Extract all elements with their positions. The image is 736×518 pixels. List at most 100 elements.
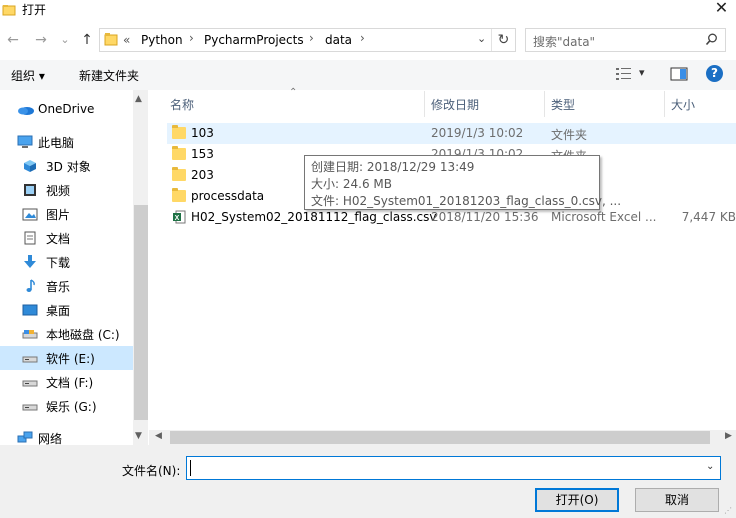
computer-icon (17, 135, 33, 149)
sidebar-item-drive-e[interactable]: 软件 (E:) (0, 346, 133, 370)
filename-dropdown-button[interactable]: ⌄ (706, 461, 714, 472)
scroll-left-button[interactable]: ◀ (155, 431, 162, 441)
cancel-button[interactable]: 取消 (635, 488, 719, 512)
app-icon (2, 3, 16, 17)
folder-icon (172, 167, 186, 181)
sidebar-item-documents[interactable]: 文档 (0, 226, 133, 250)
sidebar-item-label: 视频 (46, 184, 71, 198)
music-icon (22, 279, 38, 293)
list-item[interactable]: 103 2019/1/3 10:02 文件夹 (167, 123, 736, 144)
chevron-down-icon: ▾ (639, 66, 645, 79)
sidebar-item-pictures[interactable]: 图片 (0, 202, 133, 226)
sidebar-item-label: OneDrive (38, 102, 95, 116)
address-dropdown-button[interactable]: ⌄ (477, 32, 486, 45)
sidebar-item-label: 娱乐 (G:) (46, 400, 97, 414)
new-folder-button[interactable]: 新建文件夹 (79, 67, 139, 84)
breadcrumb-data[interactable]: data (325, 33, 352, 47)
breadcrumb-pycharmprojects[interactable]: PycharmProjects (204, 33, 304, 47)
recent-locations-button[interactable]: ⌄ (55, 30, 75, 50)
tooltip-size: 大小: 24.6 MB (311, 177, 392, 191)
sidebar-item-3d-objects[interactable]: 3D 对象 (0, 154, 133, 178)
sidebar-item-label: 文档 (F:) (46, 376, 94, 390)
drive-icon (22, 375, 38, 389)
tooltip-files: 文件: H02_System01_20181203_flag_class_0.c… (311, 194, 622, 208)
breadcrumb-separator[interactable]: › (309, 31, 314, 45)
file-type: 文件夹 (551, 128, 588, 142)
sidebar-item-label: 下载 (46, 256, 71, 270)
refresh-button[interactable]: ↻ (491, 29, 515, 51)
column-header-name[interactable]: 名称 (170, 96, 194, 113)
file-name: 103 (191, 126, 214, 140)
sidebar-item-this-pc[interactable]: 此电脑 (0, 130, 133, 154)
sidebar-item-onedrive[interactable]: OneDrive (0, 98, 133, 122)
sidebar-item-videos[interactable]: 视频 (0, 178, 133, 202)
folder-icon (172, 188, 186, 202)
column-divider[interactable] (424, 91, 425, 117)
column-divider[interactable] (544, 91, 545, 117)
sidebar-item-downloads[interactable]: 下载 (0, 250, 133, 274)
filename-label: 文件名(N): (122, 464, 181, 478)
drive-icon (22, 327, 38, 341)
sidebar-item-label: 文档 (46, 232, 71, 246)
folder-info-tooltip: 创建日期: 2018/12/29 13:49 大小: 24.6 MB 文件: H… (304, 155, 621, 210)
sidebar-item-label: 此电脑 (38, 136, 75, 150)
sidebar-item-label: 图片 (46, 208, 71, 222)
sidebar-item-drive-c[interactable]: 本地磁盘 (C:) (0, 322, 133, 346)
column-divider[interactable] (664, 91, 665, 117)
open-button[interactable]: 打开(O) (535, 488, 619, 512)
breadcrumb-python[interactable]: Python (141, 33, 183, 47)
forward-button[interactable]: → (31, 30, 51, 50)
onedrive-icon (17, 103, 34, 117)
3d-objects-icon (22, 159, 38, 173)
sidebar-item-label: 音乐 (46, 280, 71, 294)
download-icon (22, 255, 38, 269)
help-button[interactable]: ? (706, 65, 723, 82)
folder-icon (104, 32, 118, 46)
organize-button[interactable]: 组织 ▾ (11, 67, 45, 84)
filename-input[interactable] (186, 456, 721, 480)
drive-icon (22, 351, 38, 365)
folder-icon (172, 146, 186, 160)
sidebar-item-label: 本地磁盘 (C:) (46, 328, 120, 342)
scroll-right-button[interactable]: ▶ (725, 431, 732, 441)
tooltip-created: 创建日期: 2018/12/29 13:49 (311, 160, 475, 174)
sidebar-item-drive-f[interactable]: 文档 (F:) (0, 370, 133, 394)
breadcrumb-separator[interactable]: › (360, 31, 365, 45)
file-size: 7,447 KB (681, 210, 736, 224)
list-item[interactable]: X H02_System02_20181112_flag_class.csv 2… (167, 207, 736, 228)
back-button[interactable]: ← (3, 30, 23, 50)
desktop-icon (22, 303, 38, 317)
change-view-button[interactable]: ▾ (615, 66, 651, 84)
column-header-type[interactable]: 类型 (551, 96, 575, 113)
window-title: 打开 (22, 3, 47, 17)
nav-scrollbar-thumb[interactable] (134, 205, 148, 420)
sidebar-item-desktop[interactable]: 桌面 (0, 298, 133, 322)
file-modified: 2019/1/3 10:02 (431, 126, 524, 140)
svg-text:X: X (175, 215, 180, 222)
file-name: H02_System02_20181112_flag_class.csv (191, 210, 437, 224)
horizontal-scrollbar-thumb[interactable] (170, 431, 710, 444)
column-header-size[interactable]: 大小 (671, 96, 695, 113)
nav-scroll-up-button[interactable]: ▲ (135, 94, 142, 104)
documents-icon (22, 231, 38, 245)
breadcrumb-overflow[interactable]: « (123, 33, 130, 47)
sidebar-item-drive-g[interactable]: 娱乐 (G:) (0, 394, 133, 418)
sidebar-item-music[interactable]: 音乐 (0, 274, 133, 298)
up-button[interactable]: ↑ (77, 30, 97, 50)
nav-scroll-down-button[interactable]: ▼ (135, 431, 142, 441)
title-bar (0, 0, 736, 20)
resize-grip[interactable]: ⋰ (724, 506, 732, 515)
preview-pane-button[interactable] (670, 66, 688, 82)
file-name: processdata (191, 189, 265, 203)
sort-ascending-icon: ⌃ (289, 87, 298, 98)
file-type: Microsoft Excel ... (551, 210, 657, 224)
close-button[interactable]: ✕ (707, 0, 736, 18)
sidebar-item-label: 桌面 (46, 304, 71, 318)
sidebar-item-label: 3D 对象 (46, 160, 91, 174)
file-name: 153 (191, 147, 214, 161)
breadcrumb-separator[interactable]: › (189, 31, 194, 45)
search-icon[interactable] (705, 33, 718, 49)
pictures-icon (22, 207, 38, 221)
column-header-modified[interactable]: 修改日期 (431, 96, 479, 113)
search-input[interactable]: 搜索"data" (533, 33, 595, 50)
